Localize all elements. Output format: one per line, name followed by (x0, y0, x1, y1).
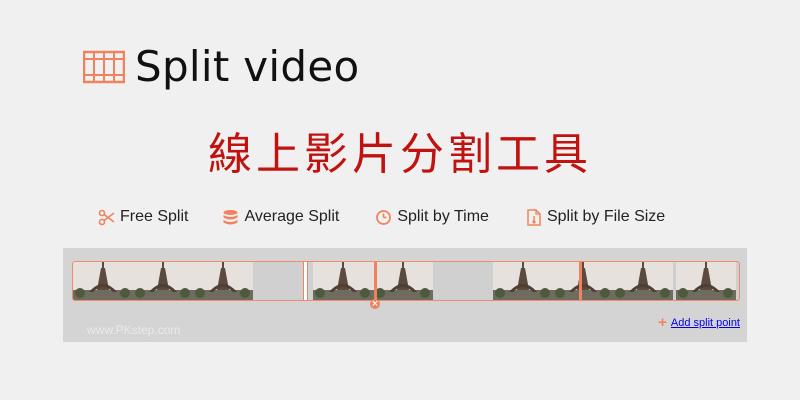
add-split-point[interactable]: + Add split point (658, 314, 740, 331)
video-thumbnail (313, 262, 373, 300)
scissors-icon (98, 209, 115, 226)
split-marker[interactable] (579, 262, 582, 300)
empty-segment (433, 262, 493, 300)
video-thumbnail (493, 262, 553, 300)
page-subtitle: 線上影片分割工具 (208, 129, 592, 180)
remove-split-icon[interactable]: × (370, 299, 380, 309)
watermark: www.PKstep.com (87, 323, 181, 337)
video-thumbnail (673, 262, 739, 300)
mode-label: Average Split (244, 208, 340, 225)
plus-icon: + (658, 314, 667, 331)
video-thumbnail (613, 262, 673, 300)
mode-label: Split by Time (397, 208, 489, 225)
video-thumbnail (193, 262, 253, 300)
video-thumbnail (373, 262, 433, 300)
mode-label: Free Split (120, 208, 189, 225)
mode-average-split[interactable]: Average Split (222, 208, 339, 226)
film-strip-icon (83, 50, 125, 83)
mode-label: Split by File Size (546, 208, 666, 225)
mode-split-by-file-size[interactable]: Split by File Size (525, 208, 665, 226)
video-thumbnail (73, 262, 133, 300)
mode-split-by-time[interactable]: Split by Time (375, 208, 489, 226)
file-size-icon (525, 208, 542, 226)
clock-icon (375, 209, 392, 226)
video-timeline[interactable] (72, 261, 740, 301)
page-title: Split video (135, 42, 360, 91)
split-marker[interactable] (374, 262, 377, 300)
app-header: Split video (83, 42, 360, 91)
database-stack-icon (222, 209, 239, 226)
video-thumbnail (133, 262, 193, 300)
split-marker[interactable] (303, 262, 308, 300)
split-mode-bar: Free Split Average Split Split by Time S… (98, 208, 665, 226)
add-split-point-link[interactable]: Add split point (671, 317, 740, 329)
video-thumbnail (553, 262, 613, 300)
mode-free-split[interactable]: Free Split (98, 208, 188, 226)
